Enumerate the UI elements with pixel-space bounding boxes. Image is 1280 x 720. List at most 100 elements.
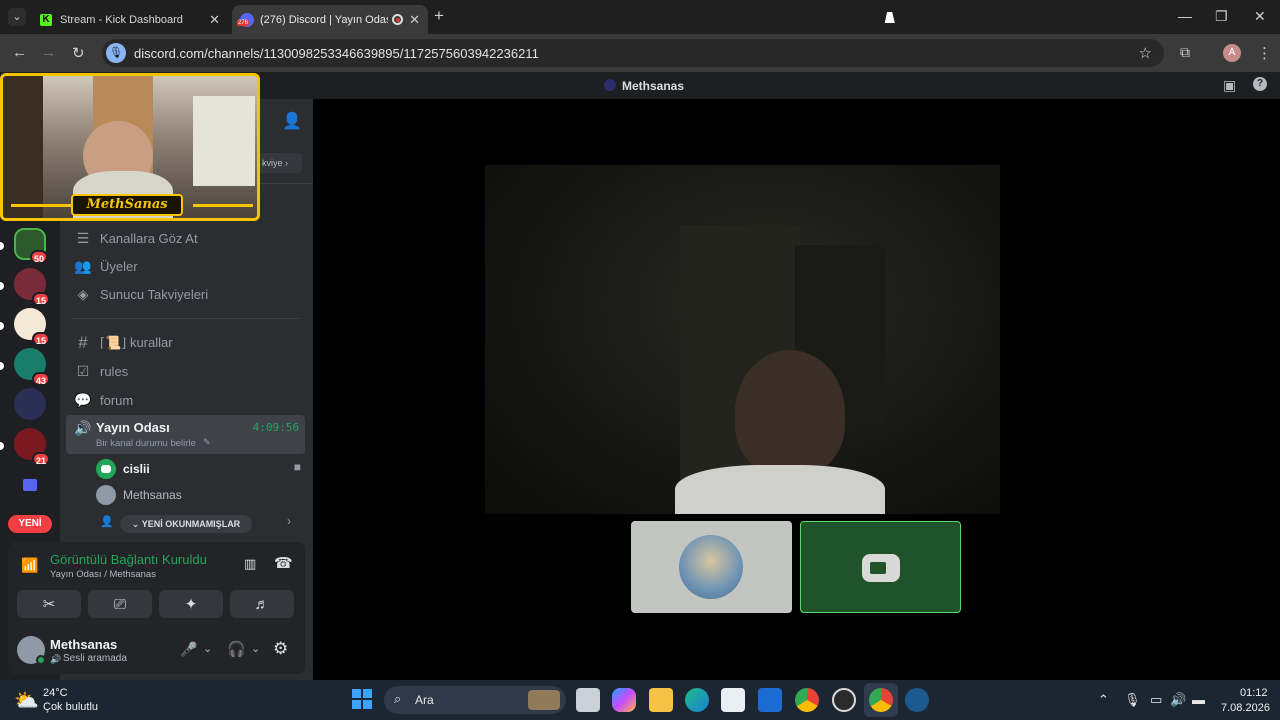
chrome-icon[interactable] bbox=[795, 688, 819, 712]
chrome-icon[interactable] bbox=[869, 688, 893, 712]
server-icon[interactable] bbox=[14, 388, 46, 420]
reload-icon[interactable]: ↻ bbox=[72, 44, 85, 62]
restore-icon[interactable]: ❐ bbox=[1215, 8, 1228, 25]
voice-timer: 4:09:56 bbox=[252, 421, 299, 434]
camera-toggle-button[interactable]: ✂ bbox=[17, 590, 81, 618]
participant-tile-camera[interactable] bbox=[800, 521, 961, 613]
battery-icon[interactable]: ▬ bbox=[1192, 692, 1205, 707]
close-tab-icon[interactable]: ✕ bbox=[209, 12, 220, 28]
new-tab-button[interactable]: + bbox=[434, 6, 444, 26]
gear-icon[interactable]: ⚙ bbox=[273, 639, 288, 659]
chevron-down-icon[interactable]: ⌄ bbox=[203, 642, 212, 655]
voice-speaker-icon: 🔊 bbox=[74, 420, 92, 436]
channel-browse[interactable]: ☰ Kanallara Göz At bbox=[68, 225, 306, 251]
back-icon[interactable]: ← bbox=[12, 44, 27, 61]
search-box[interactable]: ⌕ Ara bbox=[384, 686, 566, 714]
steam-icon[interactable] bbox=[905, 688, 929, 712]
voice-status-title[interactable]: Görüntülü Bağlantı Kuruldu bbox=[50, 552, 207, 567]
mic-permission-icon[interactable]: 🎙 bbox=[106, 43, 126, 63]
activities-button[interactable]: ✦ bbox=[159, 590, 223, 618]
mic-icon[interactable]: 🎤 bbox=[180, 641, 197, 658]
address-bar[interactable]: 🎙 discord.com/channels/11300982533466398… bbox=[102, 39, 1164, 67]
profile-avatar[interactable]: A bbox=[1223, 44, 1241, 62]
username[interactable]: Methsanas bbox=[50, 637, 117, 652]
tab-discord[interactable]: 276 (276) Discord | Yayın Odası | ✕ bbox=[232, 5, 428, 34]
chevron-right-icon[interactable]: › bbox=[287, 514, 291, 528]
url-text: discord.com/channels/1130098253346639895… bbox=[134, 45, 539, 61]
task-view-icon[interactable] bbox=[576, 688, 600, 712]
tab-list-button[interactable]: ⌄ bbox=[8, 8, 26, 26]
main-video-feed[interactable] bbox=[485, 165, 1000, 514]
channel-status-placeholder[interactable]: Bir kanal durumu belirle bbox=[96, 438, 196, 449]
menu-icon[interactable]: ⋮ bbox=[1257, 44, 1272, 62]
server-icon[interactable]: 50 bbox=[14, 228, 48, 264]
server-icon[interactable]: 15 bbox=[14, 308, 50, 346]
voice-channel-yayin-odasi[interactable]: 🔊 Yayın Odası 4:09:56 Bir kanal durumu b… bbox=[66, 415, 305, 454]
server-icon[interactable]: 21 bbox=[14, 428, 50, 466]
screen-share-button[interactable]: ⎚ bbox=[88, 590, 152, 618]
channel-label: forum bbox=[100, 392, 134, 408]
weather-temp[interactable]: 24°C bbox=[43, 687, 68, 699]
participant-tile-avatar[interactable] bbox=[631, 521, 792, 613]
voice-channel-name: Yayın Odası bbox=[96, 420, 170, 435]
start-button[interactable] bbox=[352, 689, 372, 709]
avatar[interactable] bbox=[17, 636, 46, 665]
mention-badge: 21 bbox=[31, 452, 50, 466]
search-highlight-image bbox=[528, 690, 560, 710]
edge-icon[interactable] bbox=[685, 688, 709, 712]
obs-icon[interactable] bbox=[832, 688, 856, 712]
search-label: Ara bbox=[415, 693, 434, 707]
clock-date[interactable]: 7.08.2026 bbox=[1221, 702, 1270, 714]
noise-suppression-icon[interactable]: ▥ bbox=[244, 556, 256, 572]
new-unread-pill[interactable]: YENİ bbox=[8, 515, 52, 533]
minimize-icon[interactable]: — bbox=[1178, 8, 1192, 24]
mic-icon[interactable]: 🎙 bbox=[1124, 692, 1141, 708]
discord-logo-icon bbox=[862, 554, 900, 582]
file-explorer-icon[interactable] bbox=[649, 688, 673, 712]
forward-icon[interactable]: → bbox=[41, 44, 56, 61]
connection-signal-icon[interactable]: 📶 bbox=[21, 557, 38, 574]
headphones-icon[interactable]: 🎧 bbox=[227, 640, 246, 658]
soundboard-button[interactable]: ♬ bbox=[230, 590, 294, 618]
user-panel: Methsanas 🔊 Sesli aramada 🎤 ⌄ 🎧 ⌄ ⚙ bbox=[8, 628, 305, 674]
name-plate: MethSanas bbox=[11, 194, 253, 218]
hash-icon: # bbox=[78, 333, 88, 352]
channel-label: Sunucu Takviyeleri bbox=[100, 286, 209, 302]
extensions-icon[interactable]: ⧉ bbox=[1180, 44, 1190, 61]
disconnect-icon[interactable]: ☎ bbox=[274, 554, 293, 572]
invite-icon[interactable]: 👤 bbox=[282, 111, 302, 131]
server-icon[interactable]: 15 bbox=[14, 268, 50, 306]
channel-boosts[interactable]: ◈ Sunucu Takviyeleri bbox=[68, 281, 306, 307]
folder-icon[interactable] bbox=[14, 470, 46, 502]
pencil-icon[interactable]: ✎ bbox=[203, 437, 211, 448]
network-icon[interactable]: ▭ bbox=[1150, 692, 1162, 708]
voice-member-methsanas[interactable]: Methsanas bbox=[96, 485, 301, 505]
close-window-icon[interactable]: ✕ bbox=[1254, 8, 1266, 25]
member-name: Methsanas bbox=[123, 488, 182, 502]
chevron-up-icon[interactable]: ⌃ bbox=[1098, 692, 1109, 708]
close-tab-icon[interactable]: ✕ bbox=[409, 12, 420, 28]
weather-desc[interactable]: Çok bulutlu bbox=[43, 701, 98, 713]
clock-time[interactable]: 01:12 bbox=[1240, 687, 1268, 699]
channel-kurallar[interactable]: # ⌈📜⌋ kurallar bbox=[68, 330, 306, 356]
tab-kick-dashboard[interactable]: K Stream - Kick Dashboard ✕ bbox=[32, 5, 228, 34]
new-unreads-pill[interactable]: ⌄ YENİ OKUNMAMIŞLAR bbox=[120, 515, 252, 533]
help-icon[interactable]: ? bbox=[1253, 77, 1267, 91]
store-icon[interactable] bbox=[721, 688, 745, 712]
copilot-icon[interactable] bbox=[612, 688, 636, 712]
inbox-icon[interactable]: ▣ bbox=[1223, 77, 1236, 94]
voice-status-subtitle[interactable]: Yayın Odası / Methsanas bbox=[50, 569, 156, 580]
channel-rules[interactable]: ☑ rules bbox=[68, 358, 306, 384]
weather-icon[interactable]: ⛅ bbox=[14, 688, 39, 713]
chevron-down-icon[interactable]: ⌄ bbox=[251, 642, 260, 655]
voice-member-cislii[interactable]: cislii ■ bbox=[96, 459, 301, 479]
boost-progress-chip[interactable]: kviye › bbox=[258, 153, 302, 173]
channel-members[interactable]: 👥 Üyeler bbox=[68, 253, 306, 279]
server-icon[interactable]: 43 bbox=[14, 348, 50, 386]
screen-share-icon: ⎚ bbox=[113, 595, 126, 613]
webcam-name-label: MethSanas bbox=[71, 194, 183, 216]
volume-icon[interactable]: 🔊 bbox=[1170, 692, 1186, 708]
mail-icon[interactable] bbox=[758, 688, 782, 712]
channel-forum[interactable]: 💬 forum bbox=[68, 387, 306, 413]
bookmark-star-icon[interactable]: ☆ bbox=[1139, 44, 1152, 62]
